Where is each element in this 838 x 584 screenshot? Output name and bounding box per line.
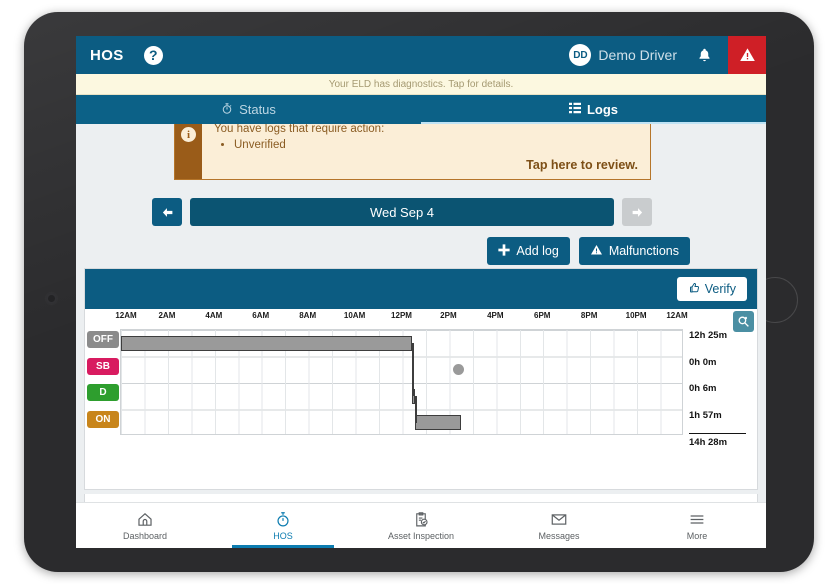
duty-connector — [412, 343, 414, 397]
duty-status-label-on: ON — [87, 410, 119, 428]
envelope-icon — [551, 513, 567, 525]
duty-total-on: 1h 57m — [689, 409, 722, 421]
user-name: Demo Driver — [598, 47, 677, 63]
header-right-group: DD Demo Driver — [569, 36, 766, 74]
nav-label-messages: Messages — [538, 530, 580, 541]
duty-status-label-d: D — [87, 384, 119, 401]
front-camera-icon — [46, 293, 57, 304]
alert-item-list: Unverified — [234, 139, 638, 151]
home-icon — [138, 512, 152, 526]
nav-label-hos: HOS — [273, 530, 293, 541]
app-title: HOS — [90, 46, 124, 64]
date-navigation: Wed Sep 4 — [152, 198, 652, 226]
malfunctions-button[interactable]: Malfunctions — [578, 237, 690, 265]
duty-status-label-off: OFF — [87, 331, 119, 348]
alert-accent-bar: i — [175, 124, 202, 179]
info-icon: i — [181, 127, 196, 142]
duty-status-label-sb: SB — [87, 357, 119, 375]
duty-total-sb: 0h 0m — [689, 356, 717, 368]
list-grid-icon — [568, 102, 581, 117]
log-graph-panel: Verify 12AM 2AM 4AM 6AM 8AM 10AM 12PM 2PM 4PM 6PM… — [84, 268, 758, 490]
alert-cta[interactable]: Tap here to review. — [526, 158, 638, 172]
main-content: i You have logs that require action: Unv… — [76, 124, 766, 502]
chart-legend: VERIFIEDUNVERIFIEDEDITEDPERSONAL CONVEYA… — [84, 494, 758, 502]
verify-label: Verify — [704, 282, 736, 296]
chart-row-totals: 12h 25m 0h 0m 0h 6m 1h 57m 14h 28m — [689, 327, 759, 448]
tab-bar: Status Logs — [76, 95, 766, 124]
warning-triangle-icon — [590, 244, 603, 259]
notification-bell-icon[interactable] — [697, 47, 712, 63]
nav-item-messages[interactable]: Messages — [490, 503, 628, 548]
avatar: DD — [569, 44, 592, 66]
current-date-display[interactable]: Wed Sep 4 — [190, 198, 614, 226]
stopwatch-icon — [277, 511, 289, 526]
hamburger-icon — [690, 514, 704, 524]
tab-logs[interactable]: Logs — [421, 95, 766, 124]
alert-body: You have logs that require action: Unver… — [202, 124, 650, 179]
nav-item-dashboard[interactable]: Dashboard — [76, 503, 214, 548]
app-header: HOS ? DD Demo Driver — [76, 36, 766, 74]
chart-row-labels: OFF SB D ON — [87, 331, 119, 437]
nav-item-more[interactable]: More — [628, 503, 766, 548]
add-log-button[interactable]: Add log — [487, 237, 570, 265]
stopwatch-icon — [221, 102, 233, 118]
alert-list-item: Unverified — [234, 139, 638, 151]
axis-tick-label: 6PM — [534, 311, 551, 320]
duty-segment-off[interactable] — [121, 335, 413, 351]
tab-logs-label: Logs — [586, 102, 619, 117]
bottom-navigation: Dashboard HOS Asset Inspection Messages … — [76, 502, 766, 548]
axis-tick-label: 6AM — [252, 311, 270, 320]
nav-item-asset-inspection[interactable]: Asset Inspection — [352, 503, 490, 548]
duty-total-off: 12h 25m — [689, 330, 728, 341]
duty-status-chart: 12AM 2AM 4AM 6AM 8AM 10AM 12PM 2PM 4PM 6PM 8PM 10PM… — [85, 309, 757, 448]
tab-status[interactable]: Status — [76, 95, 421, 124]
log-panel-header: Verify — [85, 269, 757, 309]
log-actions: Add log Malfunctions — [487, 237, 690, 265]
add-log-label: Add log — [516, 244, 559, 258]
axis-tick-label: 2AM — [158, 311, 176, 320]
axis-tick-label: 4AM — [205, 311, 223, 320]
duty-total-d: 0h 6m — [689, 383, 717, 394]
clipboard-check-icon — [416, 511, 428, 526]
malfunctions-label: Malfunctions — [608, 244, 679, 258]
nav-label-more: More — [686, 530, 708, 541]
warning-triangle-button[interactable] — [728, 36, 766, 74]
axis-tick-label: 12AM — [115, 311, 137, 320]
axis-tick-label: 12AM — [666, 311, 688, 320]
nav-item-hos[interactable]: HOS — [214, 503, 352, 548]
tablet-frame: HOS ? DD Demo Driver Your ELD has diagno… — [24, 12, 814, 572]
thumbs-up-icon — [688, 282, 700, 297]
duty-connector — [415, 396, 417, 423]
axis-tick-label: 8AM — [299, 311, 317, 320]
unverified-logs-alert[interactable]: i You have logs that require action: Unv… — [174, 124, 651, 180]
alert-title: You have logs that require action: — [214, 124, 385, 135]
diagnostics-banner[interactable]: Your ELD has diagnostics. Tap for detail… — [76, 74, 766, 95]
device-screen: HOS ? DD Demo Driver Your ELD has diagno… — [76, 36, 766, 548]
plus-icon — [498, 243, 511, 259]
tab-status-label: Status — [239, 102, 276, 117]
previous-day-button[interactable] — [152, 198, 182, 226]
next-day-button[interactable] — [622, 198, 652, 226]
nav-label-dashboard: Dashboard — [122, 530, 168, 541]
help-icon[interactable]: ? — [143, 45, 163, 65]
axis-tick-label: 12PM — [391, 311, 412, 320]
chart-grid — [120, 329, 683, 435]
verify-button[interactable]: Verify — [676, 277, 747, 301]
duty-event-marker[interactable] — [453, 364, 465, 376]
duty-grand-total: 14h 28m — [689, 433, 746, 448]
axis-tick-label: 10PM — [625, 311, 647, 320]
axis-tick-label: 2PM — [440, 311, 457, 320]
nav-label-asset-inspection: Asset Inspection — [387, 530, 455, 541]
axis-tick-label: 8PM — [580, 311, 598, 320]
chart-time-axis: 12AM 2AM 4AM 6AM 8AM 10AM 12PM 2PM 4PM 6PM 8PM 10PM… — [115, 311, 687, 324]
duty-segment-on[interactable] — [415, 415, 462, 431]
axis-tick-label: 4PM — [487, 311, 504, 320]
axis-tick-label: 10AM — [343, 311, 366, 320]
